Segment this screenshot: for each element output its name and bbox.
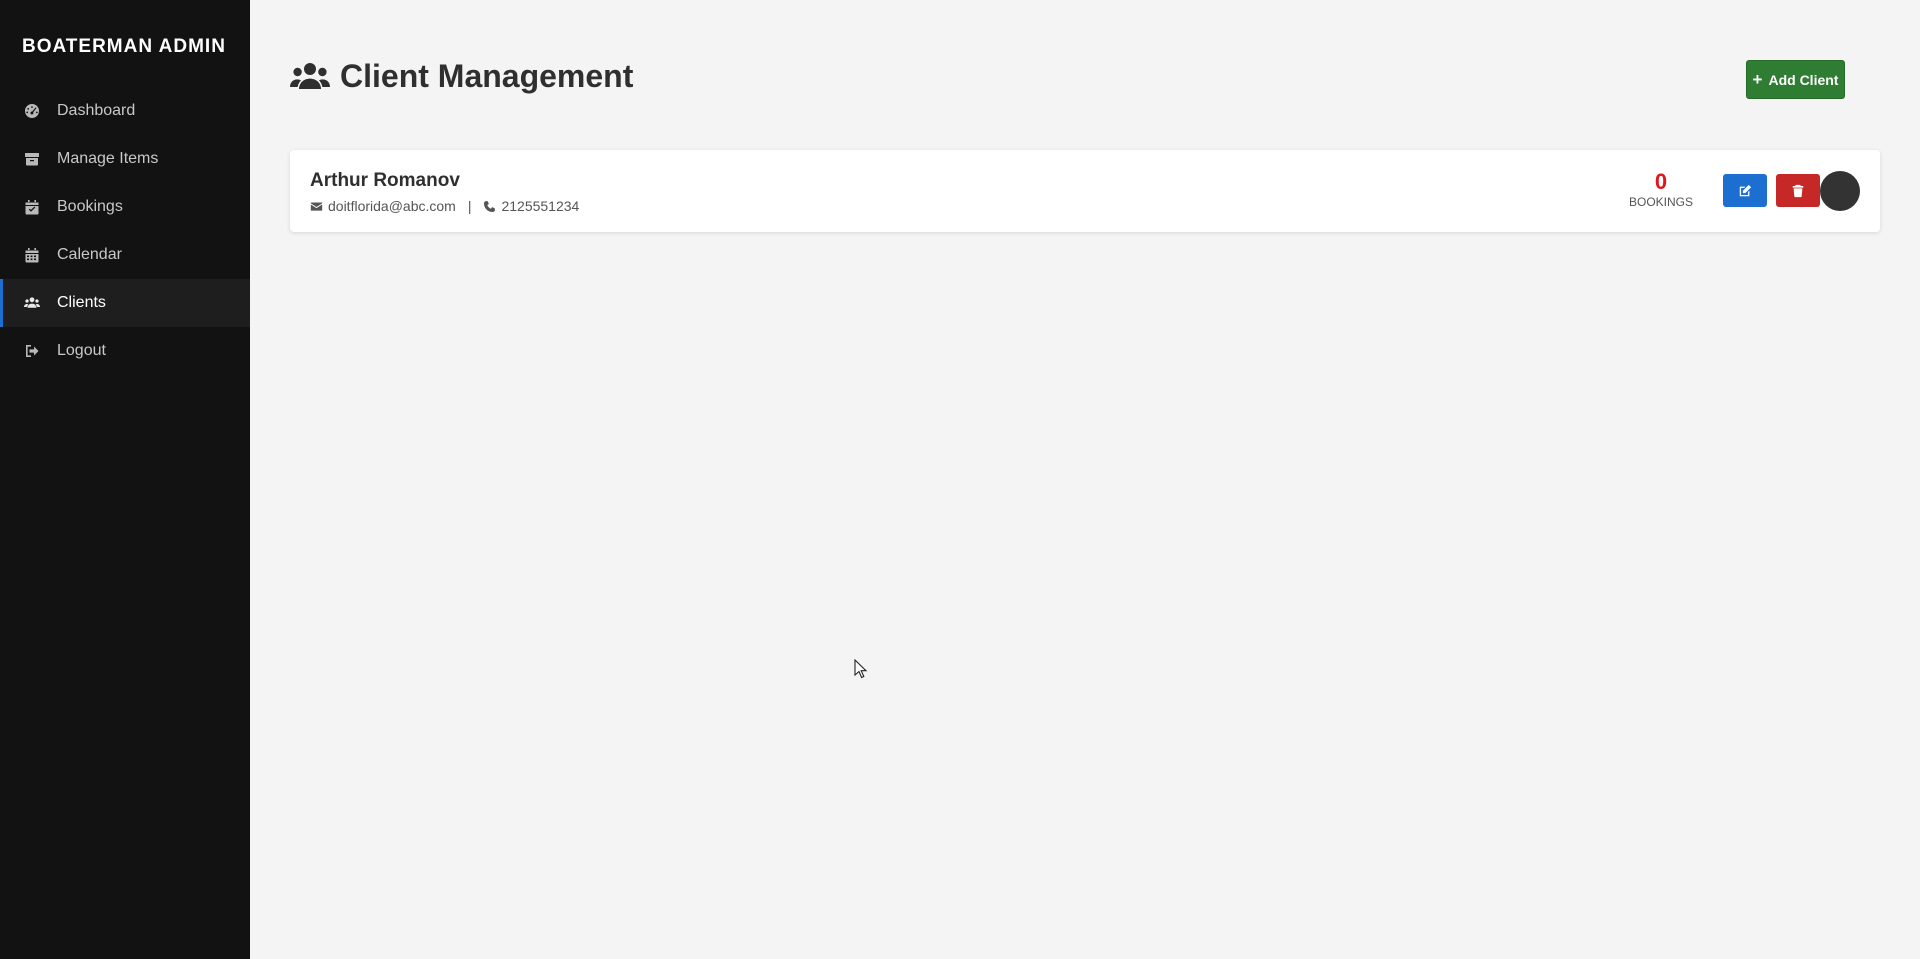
sidebar-nav: Dashboard Manage Items Bookings Calendar… xyxy=(0,87,250,375)
calendar-check-icon xyxy=(24,199,40,215)
edit-client-button[interactable] xyxy=(1723,174,1767,207)
box-icon xyxy=(24,151,40,167)
sidebar-item-label: Calendar xyxy=(57,246,122,263)
mouse-cursor-icon xyxy=(854,659,868,679)
dashboard-gauge-icon xyxy=(24,103,40,119)
bookings-stat: 0 BOOKINGS xyxy=(1626,169,1696,210)
phone-icon xyxy=(484,200,496,212)
users-icon xyxy=(290,62,330,89)
bookings-count: 0 xyxy=(1654,169,1668,194)
plus-icon: + xyxy=(1752,70,1763,89)
sidebar-item-label: Logout xyxy=(57,342,106,359)
client-name: Arthur Romanov xyxy=(310,170,460,191)
sidebar: BOATERMAN ADMIN Dashboard Manage Items B… xyxy=(0,0,250,959)
trash-icon xyxy=(1792,184,1804,197)
client-email: doitflorida@abc.com xyxy=(328,198,456,214)
logout-icon xyxy=(24,343,40,359)
sidebar-item-calendar[interactable]: Calendar xyxy=(0,231,250,279)
sidebar-item-logout[interactable]: Logout xyxy=(0,327,250,375)
add-client-label: Add Client xyxy=(1768,71,1839,88)
sidebar-item-clients[interactable]: Clients xyxy=(0,279,250,327)
sidebar-item-label: Dashboard xyxy=(57,102,136,119)
avatar[interactable] xyxy=(1820,171,1860,211)
envelope-icon xyxy=(310,201,323,211)
bookings-label: BOOKINGS xyxy=(1628,195,1693,209)
sidebar-item-label: Manage Items xyxy=(57,150,159,167)
brand-title: BOATERMAN ADMIN xyxy=(22,36,226,57)
sidebar-item-dashboard[interactable]: Dashboard xyxy=(0,87,250,135)
calendar-icon xyxy=(24,247,40,263)
sidebar-item-label: Bookings xyxy=(57,198,123,215)
page-title: Client Management xyxy=(340,58,634,94)
page-header: Client Management xyxy=(290,58,633,95)
sidebar-item-manage-items[interactable]: Manage Items xyxy=(0,135,250,183)
client-contact: doitflorida@abc.com | 2125551234 xyxy=(310,198,579,214)
users-icon xyxy=(24,295,40,311)
delete-client-button[interactable] xyxy=(1776,174,1820,207)
edit-icon xyxy=(1739,184,1752,196)
add-client-button[interactable]: + Add Client xyxy=(1746,60,1845,99)
contact-separator: | xyxy=(467,198,472,214)
sidebar-item-bookings[interactable]: Bookings xyxy=(0,183,250,231)
client-phone: 2125551234 xyxy=(501,198,580,214)
client-card: Arthur Romanov doitflorida@abc.com | 212… xyxy=(290,150,1880,232)
sidebar-item-label: Clients xyxy=(57,294,106,311)
